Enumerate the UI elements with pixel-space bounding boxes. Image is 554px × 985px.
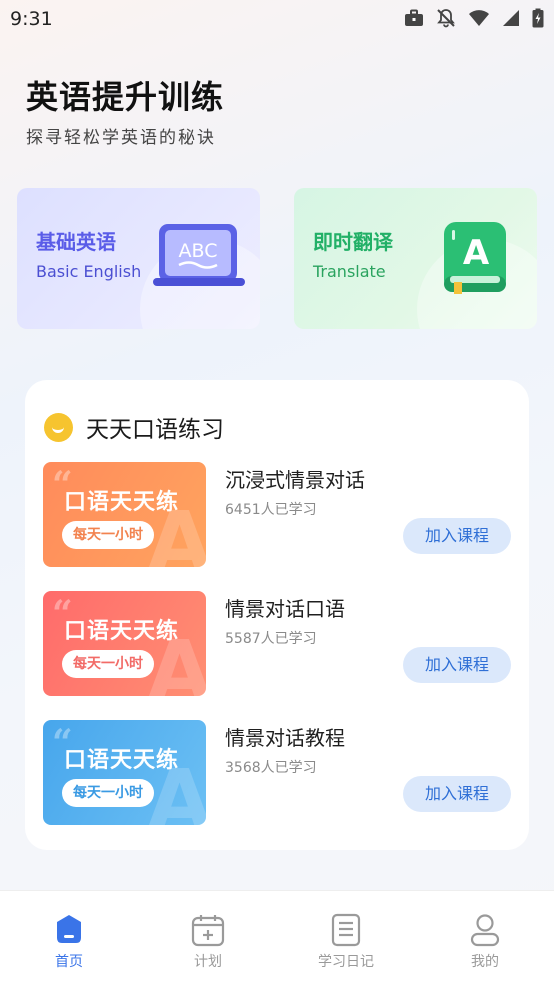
wifi-icon [469,10,489,26]
status-time: 9:31 [10,8,53,30]
learner-count: 6451人已学习 [225,502,317,518]
join-course-button[interactable]: 加入课程 [403,647,511,683]
abc-laptop-icon: ABC [153,224,245,286]
course-thumbnail[interactable]: “ A 口语天天练 每天一小时 [43,591,206,696]
thumbnail-pill: 每天一小时 [62,650,154,678]
translate-card[interactable]: 即时翻译 Translate A [294,188,537,329]
tab-home-label: 首页 [55,954,83,970]
basic-english-title: 基础英语 [36,230,116,254]
learner-count: 5587人已学习 [225,631,317,647]
tab-study-diary-label: 学习日记 [318,954,374,970]
join-course-button[interactable]: 加入课程 [403,776,511,812]
tab-plan[interactable]: 计划 [139,891,277,985]
course-name: 沉浸式情景对话 [225,468,365,492]
page-title: 英语提升训练 [26,78,225,116]
signal-icon [503,10,519,26]
tab-study-diary[interactable]: 学习日记 [277,891,415,985]
course-item[interactable]: “ A 口语天天练 每天一小时 沉浸式情景对话 6451人已学习 加入课程 [43,462,511,567]
tab-home[interactable]: 首页 [0,891,138,985]
smile-bubble-icon [44,412,73,442]
course-thumbnail[interactable]: “ A 口语天天练 每天一小时 [43,462,206,567]
course-item[interactable]: “ A 口语天天练 每天一小时 情景对话口语 5587人已学习 加入课程 [43,591,511,696]
calendar-icon [191,915,225,947]
page-subtitle: 探寻轻松学英语的秘诀 [26,128,216,148]
speaking-practice-section: 天天口语练习 “ A 口语天天练 每天一小时 沉浸式情景对话 6451人已学习 … [25,380,529,850]
translate-subtitle: Translate [313,262,386,281]
status-bar: 9:31 [0,0,554,40]
basic-english-subtitle: Basic English [36,262,142,281]
join-course-button[interactable]: 加入课程 [403,518,511,554]
tab-profile-label: 我的 [471,954,499,970]
basic-english-card[interactable]: 基础英语 Basic English ABC [17,188,260,329]
notebook-icon [331,913,361,947]
thumbnail-title: 口语天天练 [64,490,180,515]
svg-text:A: A [463,233,490,273]
thumbnail-title: 口语天天练 [64,619,180,644]
svg-text:ABC: ABC [179,240,218,262]
tab-profile[interactable]: 我的 [416,891,554,985]
home-icon [57,915,81,943]
bottom-tab-bar: 首页 计划 学习日记 我的 [0,890,554,985]
learner-count: 3568人已学习 [225,760,317,776]
course-thumbnail[interactable]: “ A 口语天天练 每天一小时 [43,720,206,825]
course-name: 情景对话口语 [225,597,345,621]
section-title: 天天口语练习 [86,417,224,443]
thumbnail-pill: 每天一小时 [62,779,154,807]
section-header: 天天口语练习 [44,410,224,444]
book-letter-a-icon: A [444,222,506,294]
course-name: 情景对话教程 [225,726,345,750]
notifications-off-icon [437,9,455,28]
thumbnail-pill: 每天一小时 [62,521,154,549]
briefcase-icon [405,9,423,26]
translate-title: 即时翻译 [313,230,393,254]
battery-icon [532,8,544,28]
thumbnail-title: 口语天天练 [64,748,180,773]
profile-icon [470,914,500,947]
status-icons [404,8,544,28]
tab-plan-label: 计划 [194,954,222,970]
course-item[interactable]: “ A 口语天天练 每天一小时 情景对话教程 3568人已学习 加入课程 [43,720,511,825]
